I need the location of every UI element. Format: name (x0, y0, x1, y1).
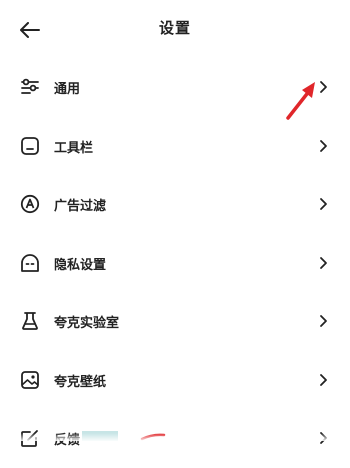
menu-item-label: 工具栏 (54, 140, 94, 156)
settings-menu: 通用 工具栏 广告过滤 隐私设置 夸克实验室 夸克壁纸 (0, 58, 350, 468)
bottom-fade (0, 433, 350, 441)
ad-filter-icon (20, 194, 40, 214)
menu-item-general[interactable]: 通用 (0, 58, 350, 117)
menu-item-toolbar[interactable]: 工具栏 (0, 117, 350, 176)
header: 设置 (0, 0, 350, 58)
chevron-right-icon (320, 373, 327, 386)
menu-item-lab[interactable]: 夸克实验室 (0, 292, 350, 351)
menu-item-ad-filter[interactable]: 广告过滤 (0, 175, 350, 234)
lab-flask-icon (20, 311, 40, 331)
toolbar-icon (20, 136, 40, 156)
chevron-right-icon (320, 315, 327, 327)
sliders-icon (20, 77, 40, 97)
menu-item-label: 通用 (54, 82, 81, 97)
privacy-icon (20, 253, 40, 273)
chevron-right-icon (320, 256, 327, 269)
page-title: 设置 (158, 19, 191, 37)
menu-item-label: 隐私设置 (54, 257, 107, 273)
menu-item-label: 夸克实验室 (54, 316, 120, 331)
chevron-right-icon (320, 198, 327, 210)
menu-item-label: 夸克壁纸 (54, 374, 107, 390)
chevron-right-icon (320, 81, 327, 93)
wallpaper-icon (20, 370, 40, 390)
chevron-right-icon (320, 139, 327, 152)
menu-item-privacy[interactable]: 隐私设置 (0, 234, 350, 293)
menu-item-label: 广告过滤 (54, 199, 107, 214)
menu-item-wallpaper[interactable]: 夸克壁纸 (0, 351, 350, 410)
